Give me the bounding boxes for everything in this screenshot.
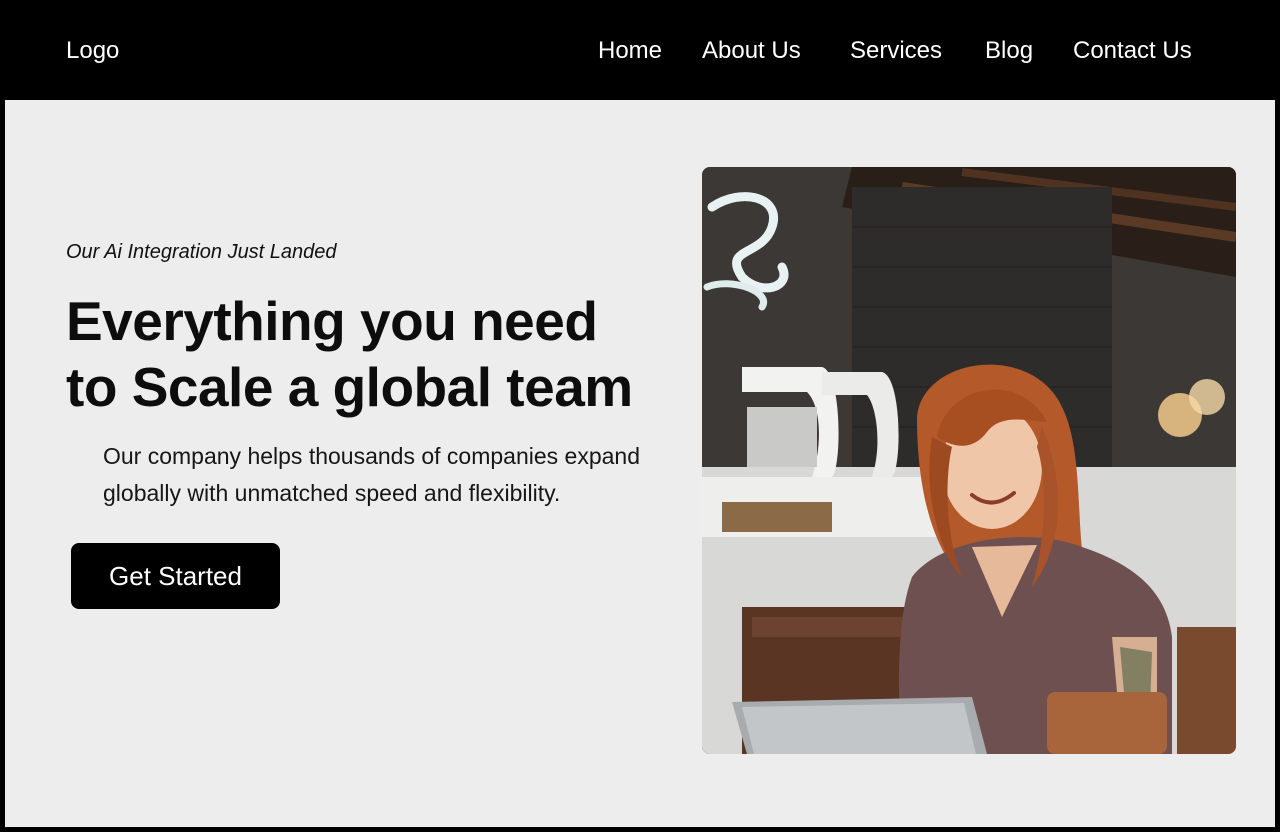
nav-link-blog[interactable]: Blog	[985, 36, 1033, 66]
get-started-button[interactable]: Get Started	[71, 543, 280, 609]
hero-headline-line-2: to Scale a global team	[66, 356, 633, 418]
page-frame: Logo Home About Us Services Blog Contact…	[0, 0, 1280, 832]
top-navbar: Logo Home About Us Services Blog Contact…	[0, 0, 1280, 100]
hero-headline-line-1: Everything you need	[66, 290, 598, 352]
hero-image-illustration	[702, 167, 1236, 754]
logo[interactable]: Logo	[66, 36, 119, 66]
nav-link-home[interactable]: Home	[598, 36, 662, 66]
nav-link-about-us[interactable]: About Us	[702, 36, 801, 66]
nav-link-contact-us[interactable]: Contact Us	[1073, 36, 1192, 66]
hero-section: Our Ai Integration Just Landed Everythin…	[5, 100, 1275, 827]
hero-image	[702, 167, 1236, 754]
hero-eyebrow: Our Ai Integration Just Landed	[66, 241, 337, 263]
nav-link-services[interactable]: Services	[850, 36, 942, 66]
hero-headline: Everything you need to Scale a global te…	[66, 288, 706, 420]
hero-description: Our company helps thousands of companies…	[103, 443, 640, 506]
